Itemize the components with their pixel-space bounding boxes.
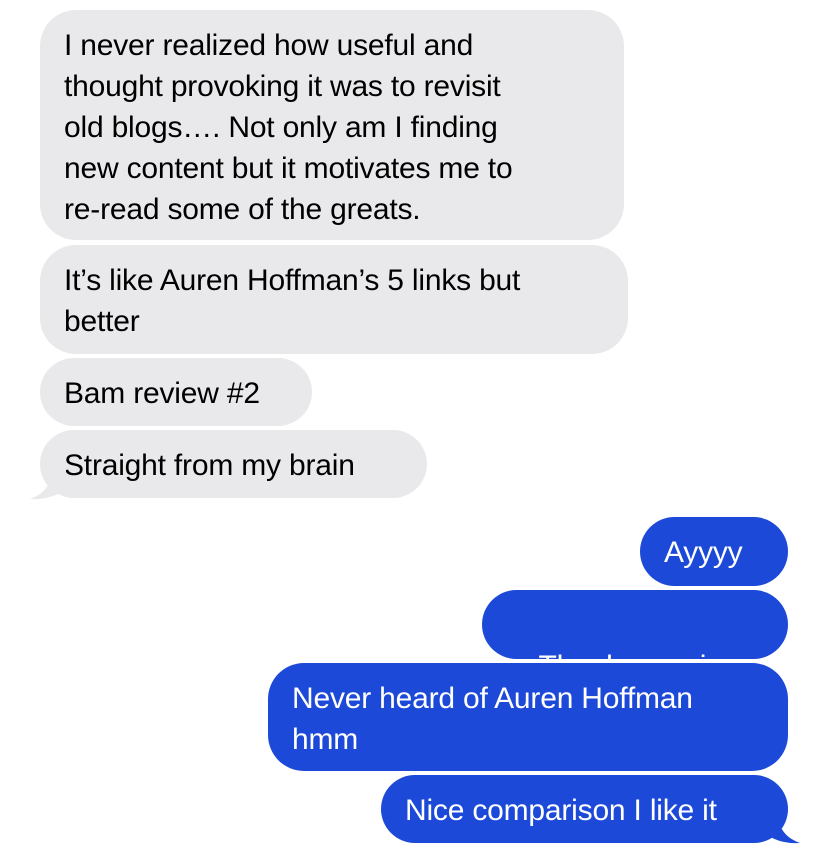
incoming-bubble-tail <box>30 470 66 500</box>
incoming-message-bubble[interactable]: It’s like Auren Hoffman’s 5 links but be… <box>40 245 628 354</box>
outgoing-message-bubble[interactable]: Nice comparison I like it <box>381 775 788 843</box>
outgoing-message-bubble[interactable]: Ayyyy <box>640 517 788 586</box>
outgoing-message-bubble[interactable]: Never heard of Auren Hoffman hmm <box>268 663 788 771</box>
incoming-message-bubble[interactable]: Straight from my brain <box>40 430 427 498</box>
outgoing-message-bubble[interactable]: Thank you sir <box>482 590 788 726</box>
outgoing-bubble-tail <box>764 814 800 844</box>
incoming-message-bubble[interactable]: Bam review #2 <box>40 358 312 426</box>
incoming-message-bubble[interactable]: I never realized how useful and thought … <box>40 10 624 240</box>
